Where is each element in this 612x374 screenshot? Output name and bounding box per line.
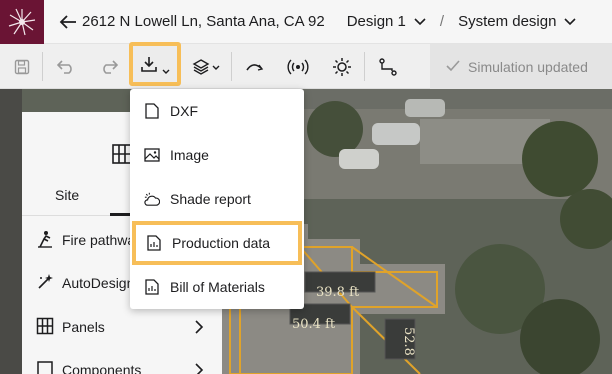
dimension-label: 52.8 bbox=[401, 327, 416, 356]
design-selector[interactable]: Design 1 bbox=[347, 13, 426, 30]
panel-item-label: Fire pathwa bbox=[62, 232, 136, 248]
grid-icon bbox=[36, 317, 54, 338]
redo-button[interactable] bbox=[95, 44, 123, 89]
undo-icon bbox=[57, 59, 72, 74]
chevron-right-icon bbox=[194, 320, 204, 337]
dimension-label: 39.8 ft bbox=[316, 285, 360, 300]
chevron-right-icon bbox=[194, 363, 204, 374]
project-address: 2612 N Lowell Ln, Santa Ana, CA 92 bbox=[82, 13, 325, 30]
chevron-down-icon bbox=[414, 13, 426, 30]
dimension-label: 50.4 ft bbox=[292, 317, 336, 332]
sparkle-icon bbox=[36, 273, 54, 294]
design-label: Design 1 bbox=[346, 13, 406, 30]
back-arrow-icon[interactable] bbox=[58, 12, 78, 32]
app-logo[interactable] bbox=[0, 0, 44, 44]
component-icon bbox=[36, 360, 54, 374]
save-icon bbox=[14, 59, 30, 74]
download-button[interactable] bbox=[129, 42, 181, 86]
save-button[interactable] bbox=[8, 44, 36, 89]
arc-tool-button[interactable] bbox=[239, 44, 271, 89]
spreadsheet-icon bbox=[146, 235, 162, 251]
file-icon bbox=[144, 103, 160, 119]
panel-item-label: AutoDesign bbox=[62, 275, 135, 291]
breadcrumb-separator: / bbox=[439, 13, 445, 30]
menu-item-label: Shade report bbox=[170, 191, 251, 207]
toolbar-divider bbox=[364, 52, 365, 81]
download-menu: DXF Image Shade report Production data B… bbox=[130, 89, 304, 309]
menu-item-image[interactable]: Image bbox=[130, 133, 304, 177]
menu-item-label: Production data bbox=[172, 235, 271, 251]
undo-button[interactable] bbox=[52, 44, 80, 89]
check-icon bbox=[446, 59, 460, 75]
panel-item-label: Components bbox=[62, 362, 142, 374]
menu-item-dxf[interactable]: DXF bbox=[130, 89, 304, 133]
panel-item-panels[interactable]: Panels bbox=[22, 307, 222, 347]
menu-item-shade-report[interactable]: Shade report bbox=[130, 177, 304, 221]
simulation-status: Simulation updated bbox=[430, 44, 612, 89]
menu-item-label: Bill of Materials bbox=[170, 279, 265, 295]
grid-view-icon[interactable] bbox=[112, 144, 132, 169]
layers-icon bbox=[192, 58, 220, 75]
sun-button[interactable] bbox=[326, 44, 358, 89]
panel-item-components[interactable]: Components bbox=[22, 350, 222, 374]
chevron-down-icon bbox=[162, 62, 170, 80]
tab-site[interactable]: Site bbox=[55, 187, 79, 203]
chevron-down-icon bbox=[564, 13, 577, 30]
fire-pathway-icon bbox=[36, 230, 54, 251]
panel-shadow bbox=[0, 89, 22, 374]
menu-item-bill-of-materials[interactable]: Bill of Materials bbox=[130, 265, 304, 309]
wiring-icon bbox=[379, 57, 397, 76]
string-tool-button[interactable] bbox=[372, 44, 404, 89]
arc-icon bbox=[246, 63, 264, 71]
redo-icon bbox=[103, 59, 118, 74]
simulation-status-text: Simulation updated bbox=[468, 58, 588, 75]
layers-button[interactable] bbox=[186, 44, 226, 89]
logo-icon bbox=[8, 8, 36, 35]
toolbar-divider bbox=[231, 52, 232, 81]
mode-selector[interactable]: System design bbox=[458, 13, 577, 30]
menu-item-production-data[interactable]: Production data bbox=[132, 221, 302, 265]
sun-icon bbox=[333, 57, 351, 76]
menu-item-label: Image bbox=[170, 147, 209, 163]
panel-item-label: Panels bbox=[62, 319, 105, 335]
download-icon bbox=[141, 56, 157, 77]
menu-item-label: DXF bbox=[170, 103, 198, 119]
mode-label: System design bbox=[458, 13, 557, 30]
shade-icon bbox=[144, 191, 160, 207]
broadcast-icon bbox=[287, 59, 309, 74]
image-icon bbox=[144, 147, 160, 163]
broadcast-button[interactable] bbox=[282, 44, 314, 89]
toolbar-divider bbox=[42, 52, 43, 81]
spreadsheet-icon bbox=[144, 279, 160, 295]
header-bar: 2612 N Lowell Ln, Santa Ana, CA 92 Desig… bbox=[0, 0, 612, 44]
